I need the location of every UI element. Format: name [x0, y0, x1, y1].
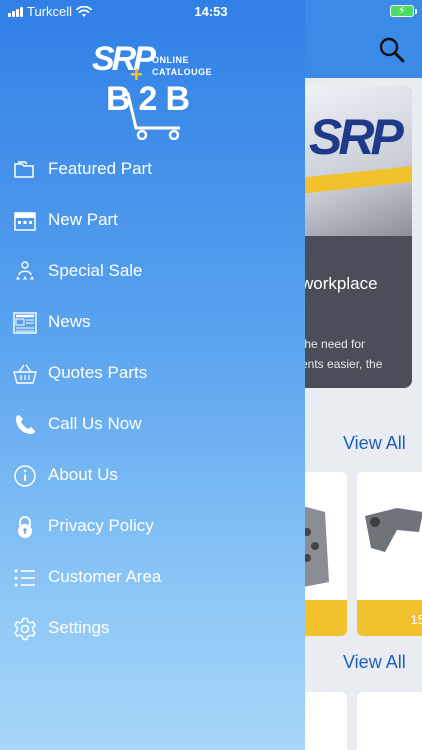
menu-item-about-us[interactable]: About Us	[0, 451, 305, 502]
srp-b2b-logo: SRP + ONLINE CATALOUGE B2B	[92, 40, 222, 140]
podium-icon	[15, 261, 35, 281]
search-icon[interactable]	[378, 36, 406, 64]
gear-icon	[14, 617, 36, 641]
menu-item-quotes-parts[interactable]: Quotes Parts	[0, 349, 305, 400]
product-price-bar-2: 15	[357, 600, 422, 636]
product-image-1	[305, 506, 329, 587]
menu-label-settings: Settings	[48, 618, 110, 637]
calendar-icon	[14, 212, 36, 231]
product-card-2[interactable]: 15	[357, 472, 422, 636]
product-card-4[interactable]	[357, 692, 422, 750]
menu-item-featured-part[interactable]: Featured Part	[0, 145, 305, 196]
menu-label-new-part: New Part	[48, 210, 118, 229]
banner-text-line-2: ents easier, the	[305, 357, 383, 371]
folder-icon	[14, 161, 34, 178]
menu-label-about-us: About Us	[48, 465, 118, 484]
phone-icon	[16, 415, 35, 434]
newspaper-icon	[13, 312, 37, 334]
product-card-3[interactable]	[305, 692, 347, 750]
product-image-2	[365, 508, 422, 552]
status-time: 14:53	[194, 4, 228, 19]
menu-item-new-part[interactable]: New Part	[0, 196, 305, 247]
menu-label-special-sale: Special Sale	[48, 261, 143, 280]
promo-banner[interactable]: SRP workplace the need for ents easier, …	[305, 86, 412, 388]
lock-icon	[18, 516, 32, 538]
view-all-link-1[interactable]: View All	[343, 433, 406, 454]
menu-label-privacy-policy: Privacy Policy	[48, 516, 154, 535]
banner-text-line-1: the need for	[305, 337, 366, 351]
status-bar: Turkcell 14:53 ⚡	[0, 0, 422, 22]
banner-title: workplace	[305, 274, 378, 293]
list-icon	[14, 569, 35, 587]
drawer-menu: Featured Part New Part Special Sale News…	[0, 145, 305, 655]
product-price-2: 15	[410, 612, 422, 627]
menu-label-customer-area: Customer Area	[48, 567, 162, 586]
product-card-1[interactable]	[305, 472, 347, 636]
menu-item-call-us-now[interactable]: Call Us Now	[0, 400, 305, 451]
menu-item-privacy-policy[interactable]: Privacy Policy	[0, 502, 305, 553]
info-icon	[14, 465, 36, 487]
battery-icon: ⚡	[390, 5, 417, 17]
background-screen: SRP workplace the need for ents easier, …	[305, 0, 422, 750]
menu-label-featured-part: Featured Part	[48, 159, 152, 178]
banner-text: the need for ents easier, the	[305, 334, 382, 374]
menu-label-quotes-parts: Quotes Parts	[48, 363, 148, 382]
view-all-link-2[interactable]: View All	[343, 652, 406, 673]
navigation-drawer: SRP + ONLINE CATALOUGE B2B Featured Part	[0, 0, 305, 750]
menu-label-call-us-now: Call Us Now	[48, 414, 142, 433]
basket-icon	[13, 364, 37, 384]
menu-item-settings[interactable]: Settings	[0, 604, 305, 655]
banner-logo: SRP	[309, 109, 404, 165]
menu-item-news[interactable]: News	[0, 298, 305, 349]
cart-icon	[122, 92, 180, 140]
menu-label-news: News	[48, 312, 91, 331]
menu-item-special-sale[interactable]: Special Sale	[0, 247, 305, 298]
product-price-bar-1	[305, 600, 347, 636]
menu-item-customer-area[interactable]: Customer Area	[0, 553, 305, 604]
